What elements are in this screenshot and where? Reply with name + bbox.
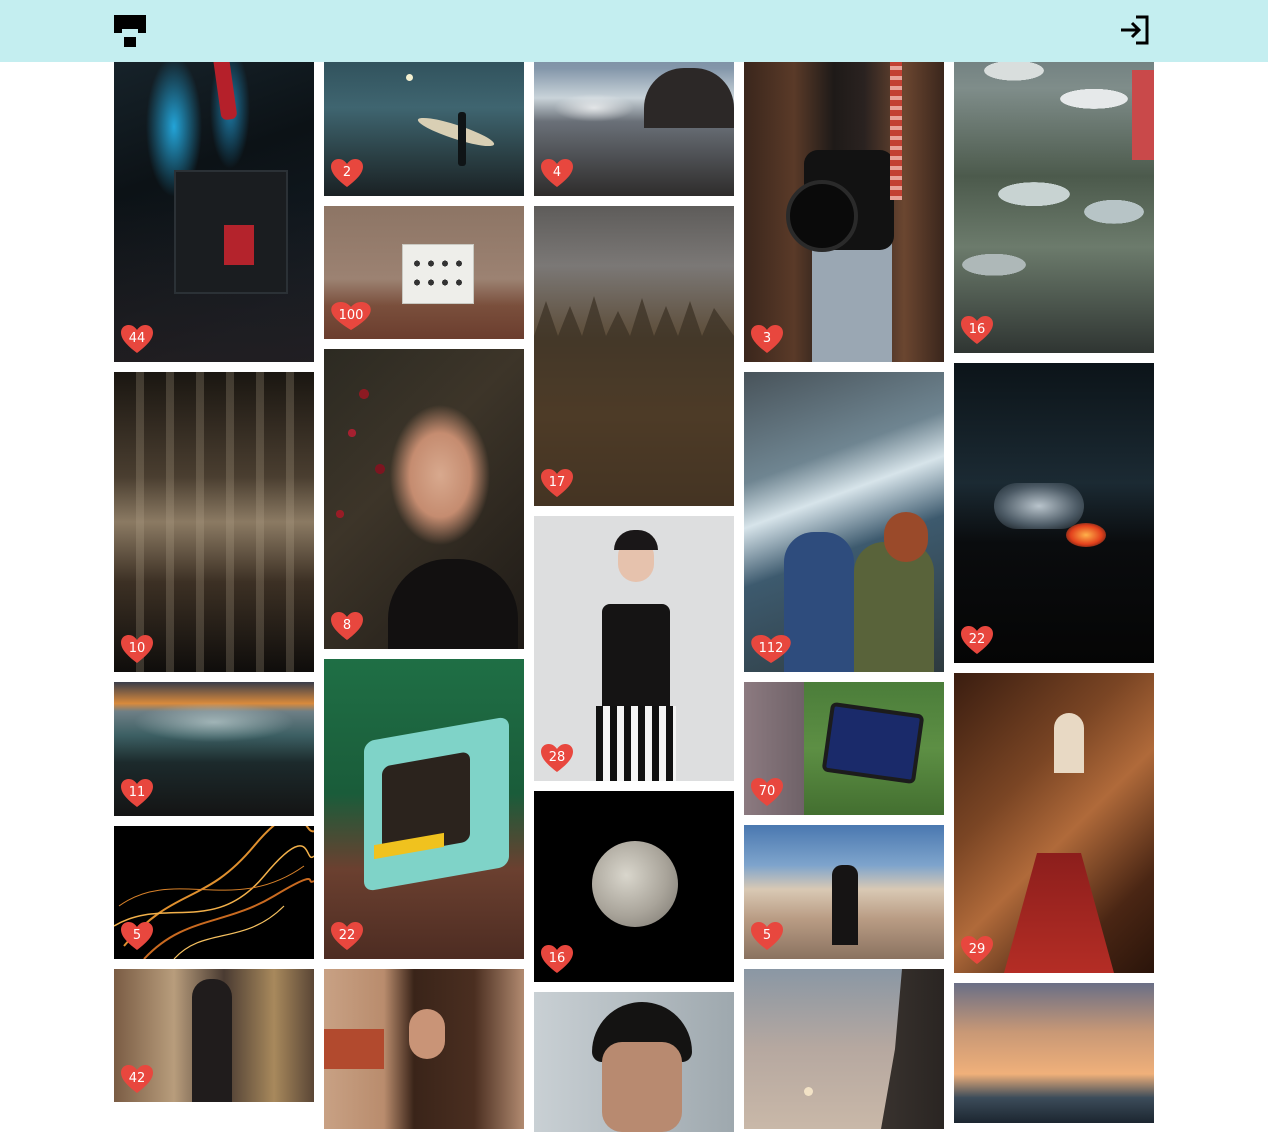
like-badge[interactable]: 5	[750, 921, 784, 951]
like-count: 112	[758, 640, 784, 656]
photo-tile-ocean-sunset[interactable]	[954, 983, 1154, 1123]
like-badge[interactable]: 44	[120, 324, 154, 354]
photo-tile-full-moon[interactable]: 16	[534, 791, 734, 982]
photo-masonry-grid: 44 10 11 5 42 2 100 8 22 4 17 28 16 3 11…	[0, 0, 1268, 1132]
like-badge[interactable]: 11	[120, 778, 154, 808]
like-badge[interactable]: 112	[750, 634, 792, 664]
photo-tile-retro-tv[interactable]: 22	[324, 659, 524, 959]
like-count: 70	[758, 783, 776, 799]
photo-tile-spiral-staircase[interactable]: 29	[954, 673, 1154, 973]
like-count: 8	[342, 617, 352, 633]
photo-tile-tablet-drawing[interactable]: 70	[744, 682, 944, 815]
like-count: 3	[762, 330, 772, 346]
like-badge[interactable]: 10	[120, 634, 154, 664]
photo-tile-street-photographer[interactable]: 42	[114, 969, 314, 1102]
like-count: 29	[968, 941, 986, 957]
top-header-bar	[0, 0, 1268, 62]
photo-tile-couple-cliff-coast[interactable]: 112	[744, 372, 944, 672]
like-count: 16	[968, 321, 986, 337]
like-badge[interactable]: 16	[960, 315, 994, 345]
photo-tile-abstract-architecture[interactable]: 10	[114, 372, 314, 672]
like-badge[interactable]: 5	[120, 921, 154, 951]
photo-tile-wall-outlets[interactable]: 100	[324, 206, 524, 339]
like-count: 10	[128, 640, 146, 656]
like-count: 11	[128, 784, 146, 800]
like-count: 28	[548, 749, 566, 765]
like-count: 100	[338, 307, 364, 323]
like-count: 22	[968, 631, 986, 647]
like-count: 42	[128, 1070, 146, 1086]
photo-tile-coastal-iguana[interactable]: 11	[114, 682, 314, 816]
like-badge[interactable]: 22	[330, 921, 364, 951]
photo-tile-woman-glasses-portrait[interactable]: 28	[534, 516, 734, 781]
like-count: 2	[342, 164, 352, 180]
brand-logo-icon[interactable]	[114, 15, 146, 47]
like-count: 5	[762, 927, 772, 943]
like-badge[interactable]: 4	[540, 158, 574, 188]
like-badge[interactable]: 16	[540, 944, 574, 974]
like-badge[interactable]: 2	[330, 158, 364, 188]
photo-tile-couple-rocks[interactable]: 5	[744, 825, 944, 959]
photo-tile-misty-forest[interactable]: 17	[534, 206, 734, 506]
like-count: 17	[548, 474, 566, 490]
like-badge[interactable]: 3	[750, 324, 784, 354]
like-count: 16	[548, 950, 566, 966]
like-badge[interactable]: 28	[540, 743, 574, 773]
like-badge[interactable]: 100	[330, 301, 372, 331]
like-badge[interactable]: 29	[960, 935, 994, 965]
like-count: 4	[552, 164, 562, 180]
sign-in-icon[interactable]	[1118, 13, 1152, 47]
like-badge[interactable]: 70	[750, 777, 784, 807]
like-count: 44	[128, 330, 146, 346]
photo-tile-light-trails[interactable]: 5	[114, 826, 314, 959]
photo-tile-moon-cliff-sunset[interactable]	[744, 969, 944, 1129]
like-badge[interactable]: 17	[540, 468, 574, 498]
photo-tile-volcano-night[interactable]: 22	[954, 363, 1154, 663]
like-count: 22	[338, 927, 356, 943]
like-badge[interactable]: 8	[330, 611, 364, 641]
like-badge[interactable]: 42	[120, 1064, 154, 1094]
photo-tile-man-portrait[interactable]	[534, 992, 734, 1132]
photo-tile-woman-portrait-berries[interactable]: 8	[324, 349, 524, 649]
photo-tile-curly-hair-portrait[interactable]	[324, 969, 524, 1129]
like-count: 5	[132, 927, 142, 943]
like-badge[interactable]: 22	[960, 625, 994, 655]
